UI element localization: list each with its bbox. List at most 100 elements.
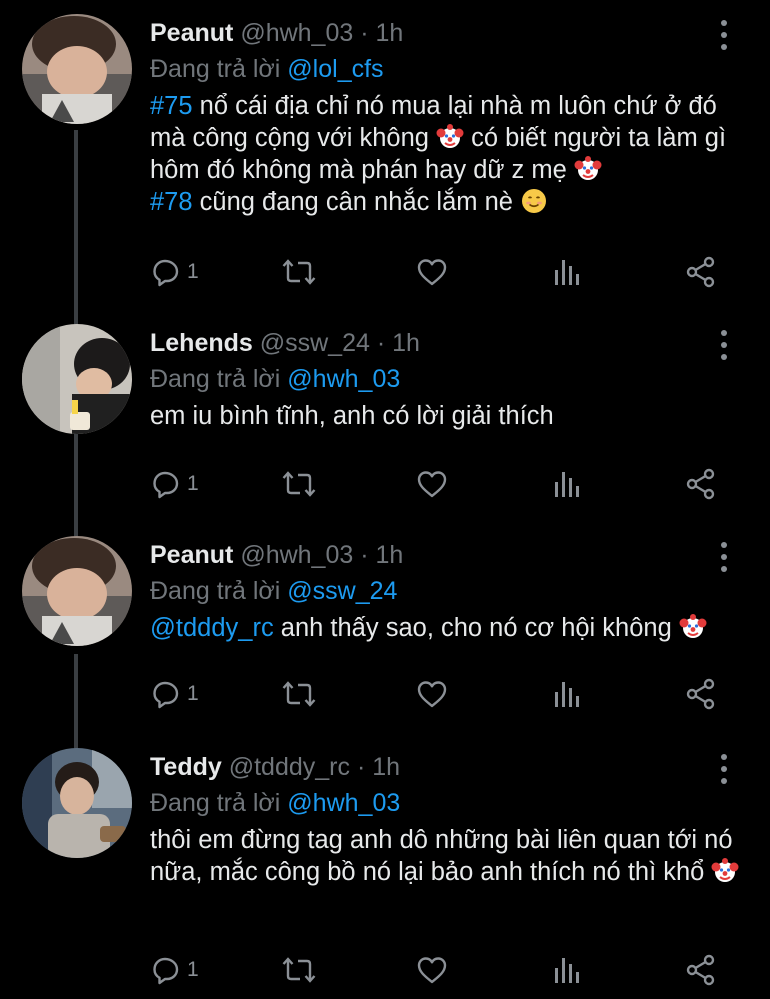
action-bar: 1 xyxy=(0,950,770,990)
replying-label: Đang trả lời xyxy=(150,577,281,605)
share-icon xyxy=(684,953,718,987)
replying-handle-link[interactable]: @lol_cfs xyxy=(287,55,383,83)
tweet-header: Peanut @hwh_03 · 1h xyxy=(150,538,403,572)
replying-label: Đang trả lời xyxy=(150,365,281,393)
tweet[interactable]: Teddy @tdddy_rc · 1h Đang trả lời @hwh_0… xyxy=(0,748,770,999)
hashtag-link[interactable]: #75 xyxy=(150,92,193,120)
share-button[interactable] xyxy=(684,950,718,990)
tweet[interactable]: Lehends @ssw_24 · 1h Đang trả lời @hwh_0… xyxy=(0,324,770,534)
reply-button[interactable]: 1 xyxy=(151,464,199,504)
retweet-button[interactable] xyxy=(282,950,316,990)
tweet-text-segment: thôi em đừng tag anh dô những bài liên q… xyxy=(150,826,733,886)
tweet-text: thôi em đừng tag anh dô những bài liên q… xyxy=(150,824,740,888)
retweet-button[interactable] xyxy=(282,674,316,714)
tweet-text-segment: anh thấy sao, cho nó cơ hội không xyxy=(273,614,679,642)
reply-icon xyxy=(151,256,183,288)
views-icon xyxy=(551,678,581,710)
replying-label: Đang trả lời xyxy=(150,789,281,817)
more-icon[interactable] xyxy=(716,330,732,364)
tweet[interactable]: Peanut @hwh_03 · 1h Đang trả lời @lol_cf… xyxy=(0,14,770,310)
action-bar: 1 xyxy=(0,464,770,504)
timestamp[interactable]: · 1h xyxy=(360,541,403,569)
replying-to: Đang trả lời @hwh_03 xyxy=(150,362,400,396)
reply-icon xyxy=(151,678,183,710)
tweet-paragraph: #75 nổ cái địa chỉ nó mua lại nhà m luôn… xyxy=(150,90,740,186)
tweet-header: Peanut @hwh_03 · 1h xyxy=(150,16,403,50)
tweet-paragraph: thôi em đừng tag anh dô những bài liên q… xyxy=(150,824,740,888)
heart-icon xyxy=(416,469,448,499)
share-button[interactable] xyxy=(684,252,718,292)
hashtag-link[interactable]: #78 xyxy=(150,188,193,216)
retweet-icon xyxy=(282,679,316,709)
retweet-icon xyxy=(282,469,316,499)
tweet[interactable]: Peanut @hwh_03 · 1h Đang trả lời @ssw_24… xyxy=(0,536,770,746)
like-button[interactable] xyxy=(416,464,448,504)
avatar[interactable] xyxy=(22,324,132,434)
like-button[interactable] xyxy=(416,252,448,292)
action-bar: 1 xyxy=(0,674,770,714)
tweet-header: Teddy @tdddy_rc · 1h xyxy=(150,750,400,784)
views-button[interactable] xyxy=(551,674,581,714)
replying-handle-link[interactable]: @hwh_03 xyxy=(287,789,400,817)
retweet-button[interactable] xyxy=(282,252,316,292)
user-handle[interactable]: @tdddy_rc xyxy=(229,753,350,781)
reply-button[interactable]: 1 xyxy=(151,950,199,990)
more-icon[interactable] xyxy=(716,20,732,54)
timestamp[interactable]: · 1h xyxy=(377,329,420,357)
clown-emoji-icon xyxy=(679,613,707,641)
user-handle[interactable]: @hwh_03 xyxy=(240,19,353,47)
tweet-paragraph: #78 cũng đang cân nhắc lắm nè xyxy=(150,186,740,218)
mention-link[interactable]: @tdddy_rc xyxy=(150,614,274,642)
share-icon xyxy=(684,255,718,289)
tweet-text: @tdddy_rc anh thấy sao, cho nó cơ hội kh… xyxy=(150,612,740,644)
replying-to: Đang trả lời @ssw_24 xyxy=(150,574,397,608)
timestamp[interactable]: · 1h xyxy=(357,753,400,781)
tweet-paragraph: em iu bình tĩnh, anh có lời giải thích xyxy=(150,400,740,432)
views-button[interactable] xyxy=(551,252,581,292)
avatar[interactable] xyxy=(22,14,132,124)
views-icon xyxy=(551,468,581,500)
action-bar: 1 xyxy=(0,252,770,292)
display-name[interactable]: Lehends xyxy=(150,329,253,357)
like-button[interactable] xyxy=(416,674,448,714)
reply-count: 1 xyxy=(187,472,199,495)
replying-to: Đang trả lời @hwh_03 xyxy=(150,786,400,820)
replying-handle-link[interactable]: @hwh_03 xyxy=(287,365,400,393)
clown-emoji-icon xyxy=(436,123,464,151)
heart-icon xyxy=(416,679,448,709)
clown-emoji-icon xyxy=(574,155,602,183)
heart-icon xyxy=(416,257,448,287)
display-name[interactable]: Peanut xyxy=(150,19,233,47)
user-handle[interactable]: @hwh_03 xyxy=(240,541,353,569)
avatar[interactable] xyxy=(22,748,132,858)
user-handle[interactable]: @ssw_24 xyxy=(260,329,370,357)
tweet-header: Lehends @ssw_24 · 1h xyxy=(150,326,420,360)
more-icon[interactable] xyxy=(716,542,732,576)
timestamp[interactable]: · 1h xyxy=(360,19,403,47)
share-button[interactable] xyxy=(684,674,718,714)
clown-emoji-icon xyxy=(711,857,739,885)
display-name[interactable]: Teddy xyxy=(150,753,222,781)
views-icon xyxy=(551,954,581,986)
display-name[interactable]: Peanut xyxy=(150,541,233,569)
reply-icon xyxy=(151,468,183,500)
smiling-face-emoji-icon xyxy=(520,187,548,215)
reply-count: 1 xyxy=(187,260,199,283)
tweet-text-segment: cũng đang cân nhắc lắm nè xyxy=(192,188,521,216)
heart-icon xyxy=(416,955,448,985)
replying-label: Đang trả lời xyxy=(150,55,281,83)
views-button[interactable] xyxy=(551,950,581,990)
tweet-text: em iu bình tĩnh, anh có lời giải thích xyxy=(150,400,740,432)
reply-icon xyxy=(151,954,183,986)
more-icon[interactable] xyxy=(716,754,732,788)
tweet-text: #75 nổ cái địa chỉ nó mua lại nhà m luôn… xyxy=(150,90,740,218)
reply-button[interactable]: 1 xyxy=(151,674,199,714)
share-button[interactable] xyxy=(684,464,718,504)
retweet-button[interactable] xyxy=(282,464,316,504)
avatar[interactable] xyxy=(22,536,132,646)
views-button[interactable] xyxy=(551,464,581,504)
share-icon xyxy=(684,467,718,501)
reply-button[interactable]: 1 xyxy=(151,252,199,292)
replying-handle-link[interactable]: @ssw_24 xyxy=(287,577,397,605)
like-button[interactable] xyxy=(416,950,448,990)
